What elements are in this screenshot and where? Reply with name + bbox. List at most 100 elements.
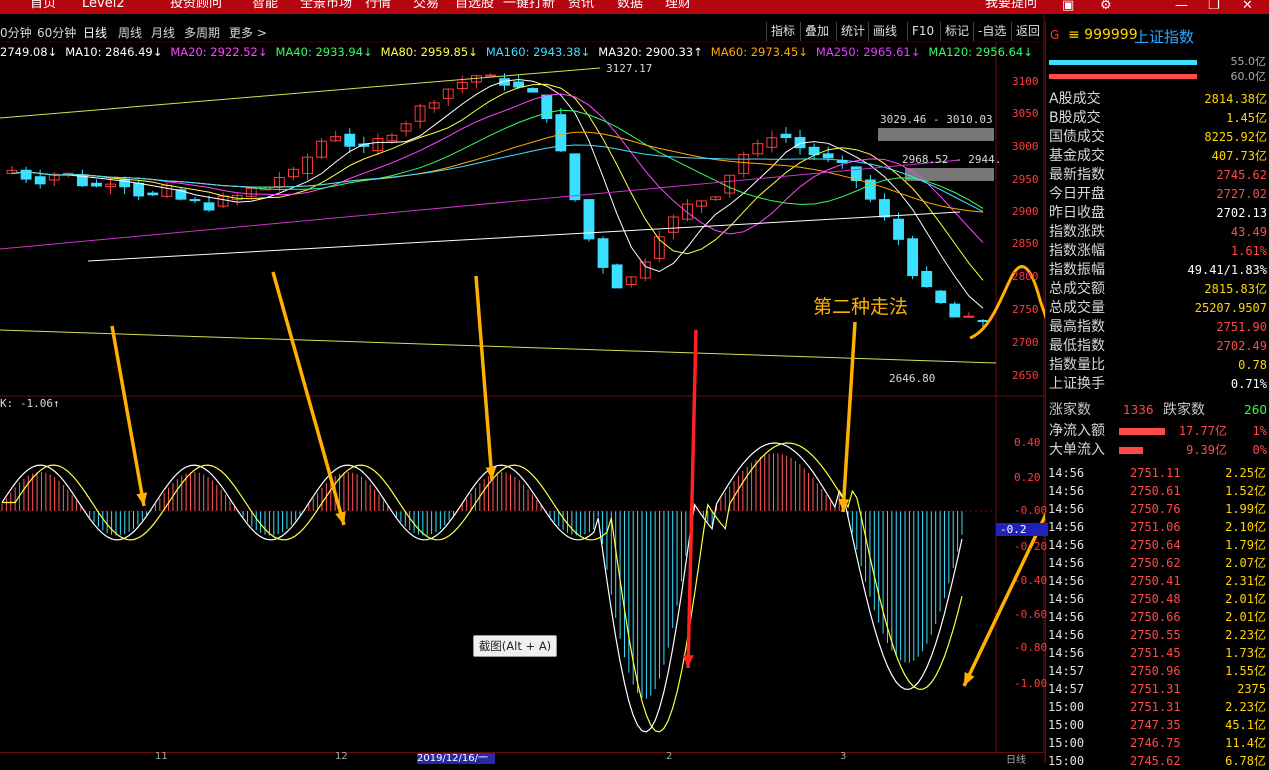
stat-label: 指数量比: [1049, 357, 1105, 373]
stat-label: 最低指数: [1049, 338, 1105, 354]
ma-line-4: [11, 131, 984, 213]
tick-row: 14:56 2750.48 2.01亿: [1046, 590, 1269, 608]
tool-button-6[interactable]: -自选: [973, 22, 1010, 41]
tick-price: 2746.75: [1130, 736, 1181, 750]
stat-label: 指数涨幅: [1049, 243, 1105, 259]
up-count: 1336: [1123, 403, 1154, 417]
ma-value-2: MA20: 2922.52↓: [170, 45, 268, 59]
period-4[interactable]: 月线: [151, 24, 175, 42]
flow-value: 17.77亿: [1178, 424, 1227, 438]
candlestick-series: [6, 73, 994, 327]
candle-body: [189, 199, 201, 202]
zone-label-lower: 2968.52 - 2944.: [902, 153, 1002, 166]
stat-label: A股成交: [1049, 91, 1101, 107]
candle-body: [963, 315, 975, 318]
stat-row: 指数涨跌 43.49: [1049, 223, 1267, 242]
tool-button-7[interactable]: 返回: [1011, 22, 1044, 41]
flow-value: 9.39亿: [1186, 443, 1227, 457]
stat-label: 昨日收盘: [1049, 205, 1105, 221]
tick-price: 2750.62: [1130, 556, 1181, 570]
candle-body: [893, 218, 904, 240]
ma-value-7: MA60: 2973.45↓: [710, 45, 808, 59]
tool-button-1[interactable]: 叠加: [800, 22, 833, 41]
tick-price: 2751.31: [1130, 700, 1181, 714]
trendline-upper: [0, 67, 601, 119]
period-0[interactable]: 0分钟: [0, 24, 32, 42]
stat-row: 今日开盘 2727.02: [1049, 185, 1267, 204]
period-6[interactable]: 更多 >: [229, 24, 267, 42]
tool-button-4[interactable]: F10: [907, 22, 938, 41]
stat-row: 总成交额 2815.83亿: [1049, 280, 1267, 299]
tick-time: 14:56: [1048, 646, 1085, 660]
stat-label: 国债成交: [1049, 129, 1105, 145]
tool-button-2[interactable]: 统计: [836, 22, 869, 41]
stat-label: 总成交量: [1049, 300, 1105, 316]
period-2[interactable]: 日线: [83, 24, 107, 42]
index-code[interactable]: ≡ 999999: [1068, 27, 1138, 43]
candle-body: [879, 199, 890, 218]
stat-row: 昨日收盘 2702.13: [1049, 204, 1267, 223]
tool-button-5[interactable]: 标记: [940, 22, 973, 41]
period-3[interactable]: 周线: [118, 24, 142, 42]
candle-body: [822, 153, 834, 159]
stat-value: 2702.49: [1216, 339, 1267, 353]
stat-value: 2727.02: [1216, 187, 1267, 201]
ma-value-6: MA320: 2900.33↑: [598, 45, 703, 59]
tick-time: 14:57: [1048, 664, 1085, 678]
tick-price: 2751.31: [1130, 682, 1181, 696]
tick-price: 2750.96: [1130, 664, 1181, 678]
tick-volume: 1.55亿: [1225, 664, 1266, 678]
ma-line-2: [11, 93, 984, 244]
osc-tick: -0.80: [1014, 641, 1048, 654]
flow-bar: [1119, 428, 1165, 435]
ma-values-line: 2749.08↓ MA10: 2846.49↓ MA20: 2922.52↓ MA40…: [0, 44, 1041, 60]
tick-volume: 2.01亿: [1225, 610, 1266, 624]
stat-value: 0.71%: [1230, 377, 1267, 391]
tool-button-0[interactable]: 指标: [766, 22, 799, 41]
tick-row: 15:00 2751.31 2.23亿: [1046, 698, 1269, 716]
selected-date: 2019/12/16/一: [417, 753, 495, 764]
price-tick: 2700: [1012, 336, 1039, 349]
tick-volume: 2.25亿: [1225, 466, 1266, 480]
tick-time: 14:57: [1048, 682, 1085, 696]
arrow-3: [474, 275, 494, 481]
arrow-3-head: [485, 466, 497, 480]
ma-value-3: MA40: 2933.94↓: [275, 45, 373, 59]
price-tick: 3050: [1012, 107, 1039, 120]
tick-time: 14:56: [1048, 502, 1085, 516]
volume-bar-top-label: 55.0亿: [1230, 55, 1267, 68]
panel-header: G ≡ 999999 上证指数: [1046, 22, 1269, 50]
candle-body: [597, 238, 609, 268]
candle-body: [147, 192, 159, 196]
stat-row: 指数振幅 49.41/1.83%: [1049, 261, 1267, 280]
g-badge: G: [1050, 28, 1060, 42]
ma-value-8: MA250: 2965.61↓: [815, 45, 921, 59]
period-1[interactable]: 60分钟: [37, 24, 76, 42]
tick-time: 14:56: [1048, 574, 1085, 588]
price-tick: 2650: [1012, 369, 1039, 382]
tick-price: 2751.45: [1130, 646, 1181, 660]
volume-bar-bottom-label: 60.0亿: [1230, 70, 1267, 83]
tick-price: 2750.61: [1130, 484, 1181, 498]
index-name[interactable]: 上证指数: [1134, 26, 1194, 47]
candle-body: [611, 264, 623, 289]
ma-line-5: [11, 144, 984, 213]
tick-row: 14:56 2750.61 1.52亿: [1046, 482, 1269, 500]
candle-body: [780, 133, 792, 139]
tick-row: 15:00 2746.75 11.4亿: [1046, 734, 1269, 752]
stat-row: B股成交 1.45亿: [1049, 109, 1267, 128]
stat-label: 基金成交: [1049, 148, 1105, 164]
annotation-text: 第二种走法: [813, 296, 909, 318]
tick-volume: 1.73亿: [1225, 646, 1266, 660]
tick-volume: 45.1亿: [1225, 718, 1266, 732]
stat-value: 2814.38亿: [1204, 92, 1267, 106]
ma-value-5: MA160: 2943.38↓: [485, 45, 591, 59]
candle-body: [513, 81, 525, 88]
osc-tick: 0.20: [1014, 471, 1041, 484]
tool-button-3[interactable]: 画线: [868, 22, 901, 41]
stat-row: A股成交 2814.38亿: [1049, 90, 1267, 109]
candle-body: [921, 270, 933, 288]
period-5[interactable]: 多周期: [184, 24, 220, 42]
tick-row: 14:56 2751.06 2.10亿: [1046, 518, 1269, 536]
stat-value: 2702.13: [1216, 206, 1267, 220]
